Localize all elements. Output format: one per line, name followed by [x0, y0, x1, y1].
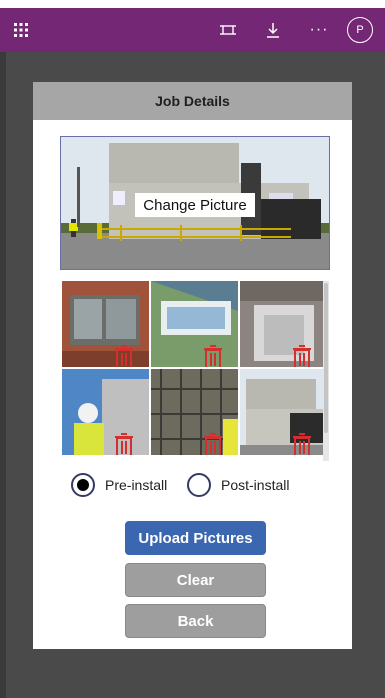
page-title: Job Details	[33, 82, 352, 120]
back-button[interactable]: Back	[125, 604, 266, 638]
gallery-scrollbar[interactable]	[323, 281, 329, 461]
download-icon[interactable]	[262, 8, 284, 52]
picture-gallery[interactable]	[62, 281, 329, 461]
radio-label: Post-install	[221, 477, 290, 493]
radio-pre-install[interactable]: Pre-install	[71, 472, 167, 498]
trash-icon[interactable]	[292, 433, 312, 455]
radio-selected-dot	[77, 479, 89, 491]
radio-button[interactable]	[71, 473, 95, 497]
fit-to-screen-icon[interactable]	[216, 8, 240, 52]
avatar-initial: P	[347, 17, 373, 43]
upload-pictures-button[interactable]: Upload Pictures	[125, 521, 266, 555]
radio-post-install[interactable]: Post-install	[187, 472, 289, 498]
job-details-card: Job Details Change Picture Pre-install P…	[33, 82, 352, 649]
more-icon[interactable]: ···	[306, 8, 332, 52]
scrollbar-thumb[interactable]	[324, 283, 328, 433]
clear-button[interactable]: Clear	[125, 563, 266, 597]
avatar[interactable]: P	[346, 8, 374, 52]
gallery-image[interactable]	[62, 281, 149, 367]
gallery-image[interactable]	[62, 369, 149, 455]
hero-image[interactable]: Change Picture	[60, 136, 330, 270]
change-picture-label[interactable]: Change Picture	[135, 193, 255, 217]
app-launcher-icon[interactable]	[8, 8, 34, 52]
gallery-image[interactable]	[151, 369, 238, 455]
frame-edge	[0, 52, 6, 698]
radio-label: Pre-install	[105, 477, 168, 493]
gallery-image[interactable]	[240, 369, 327, 455]
trash-icon[interactable]	[114, 345, 134, 367]
gallery-image[interactable]	[240, 281, 327, 367]
trash-icon[interactable]	[203, 433, 223, 455]
gallery-image[interactable]	[151, 281, 238, 367]
app-top-bar: ··· P	[0, 8, 385, 52]
trash-icon[interactable]	[203, 345, 223, 367]
top-strip	[0, 0, 385, 8]
radio-button[interactable]	[187, 473, 211, 497]
trash-icon[interactable]	[292, 345, 312, 367]
trash-icon[interactable]	[114, 433, 134, 455]
